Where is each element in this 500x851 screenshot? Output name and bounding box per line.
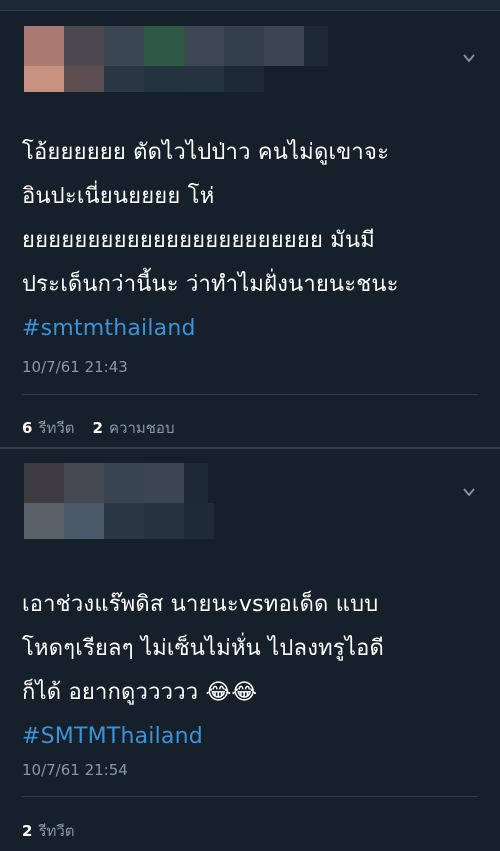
tweet-text-line: เอาช่วงแร๊พดิส นายนะvsทอเด็ด แบบ: [22, 592, 379, 617]
tweet[interactable]: เอาช่วงแร๊พดิส นายนะvsทอเด็ด แบบ โหดๆเรี…: [0, 447, 500, 851]
tweet-text-line: ก็ได้ อยากดูววววว 😂😂: [22, 680, 258, 705]
tweet-timestamp: 10/7/61 21:43: [22, 358, 128, 376]
tweet-stats: 2 รีทวีต: [22, 819, 75, 843]
tweet[interactable]: โอ้ยยยยยย ตัดไวไปป่าว คนไม่ดูเขาจะ อินปะ…: [0, 11, 500, 447]
divider: [22, 796, 478, 797]
tweet-text: โอ้ยยยยยย ตัดไวไปป่าว คนไม่ดูเขาจะ อินปะ…: [22, 131, 476, 351]
retweets-stat[interactable]: 6 รีทวีต: [22, 416, 75, 440]
blurred-user-header: [24, 463, 214, 539]
chevron-down-icon[interactable]: [462, 51, 476, 65]
blurred-user-header: [24, 26, 328, 92]
tweet-stats: 6 รีทวีต 2 ความชอบ: [22, 416, 174, 440]
hashtag-link[interactable]: #SMTMThailand: [22, 715, 476, 759]
chevron-down-icon[interactable]: [462, 485, 476, 499]
tweet-text-line: อินปะเนี่ยนยยยย โห่: [22, 184, 215, 209]
tweet-text-line: โหดๆเรียลๆ ไม่เซ็นไม่หั่น ไปลงทรูไอดี: [22, 636, 385, 661]
tweet-text-line: ยยยยยยยยยยยยยยยยยยยยยยย มันมี: [22, 228, 375, 253]
likes-stat[interactable]: 2 ความชอบ: [93, 416, 175, 440]
hashtag-link[interactable]: #smtmthailand: [22, 307, 476, 351]
tweet-text: เอาช่วงแร๊พดิส นายนะvsทอเด็ด แบบ โหดๆเรี…: [22, 583, 476, 759]
top-bar: [0, 0, 500, 11]
divider: [22, 394, 478, 395]
tweet-timestamp: 10/7/61 21:54: [22, 761, 128, 779]
tweet-text-line: โอ้ยยยยยย ตัดไวไปป่าว คนไม่ดูเขาจะ: [22, 140, 390, 165]
tweet-text-line: ประเด็นกว่านี้นะ ว่าทำไมฝั่งนายนะชนะ: [22, 272, 399, 297]
retweets-stat[interactable]: 2 รีทวีต: [22, 819, 75, 843]
